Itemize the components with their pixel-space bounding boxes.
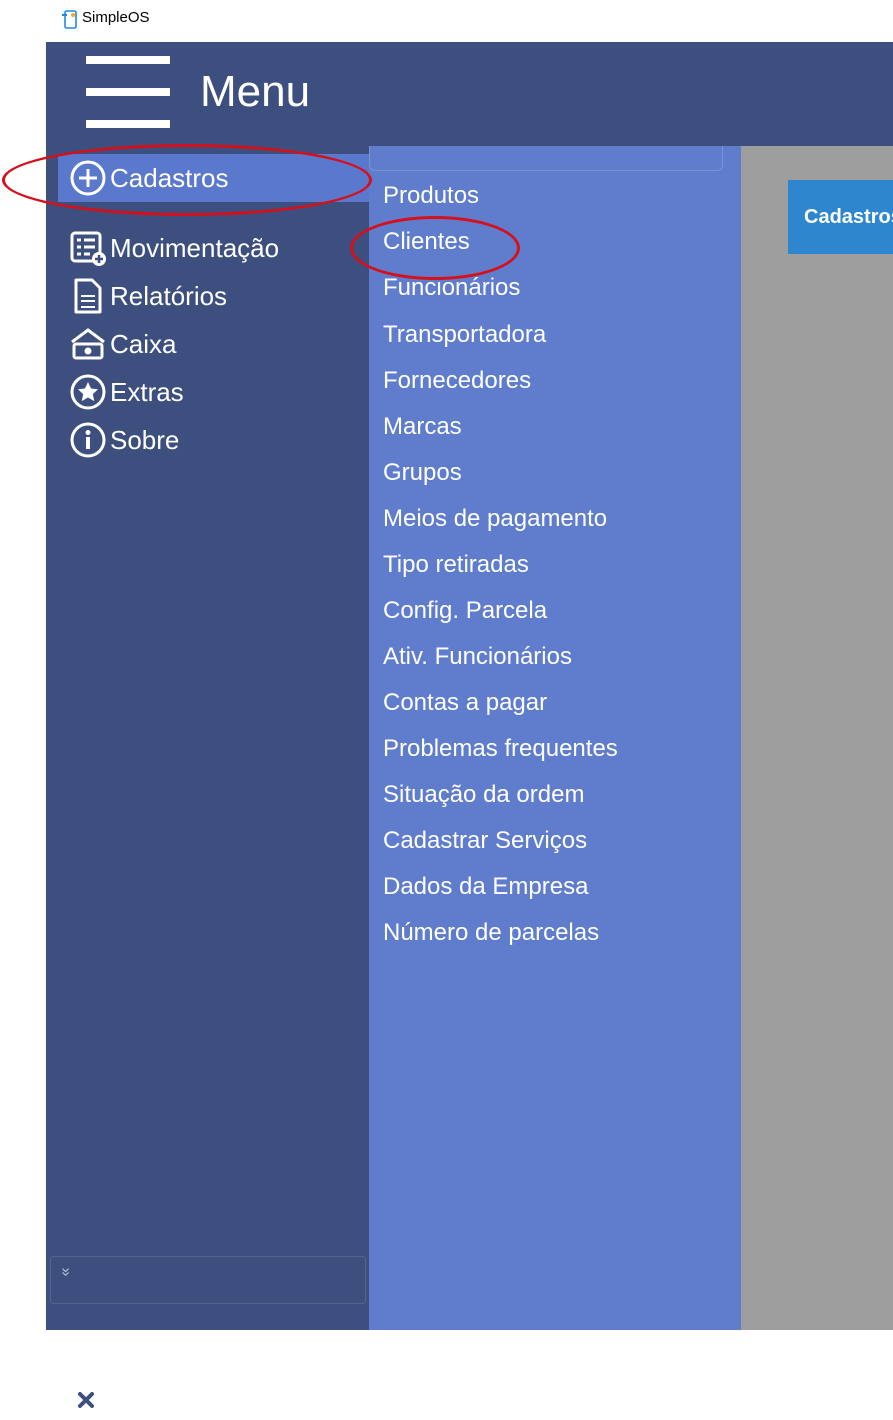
submenu-panel: Produtos Clientes Funcionários Transport… [369, 146, 741, 1330]
menu-title: Menu [200, 67, 311, 116]
submenu-item-contas-pagar[interactable]: Contas a pagar [383, 680, 547, 726]
header-bar: Menu [46, 42, 893, 146]
submenu-item-numero-parcelas[interactable]: Número de parcelas [383, 910, 599, 956]
cadastros-tab-button[interactable]: Cadastros [788, 180, 893, 254]
submenu-item-grupos[interactable]: Grupos [383, 450, 462, 496]
report-icon [74, 278, 102, 314]
submenu-header [369, 146, 723, 171]
sidebar-item-label: Cadastros [110, 162, 229, 193]
submenu-item-cadastrar-servicos[interactable]: Cadastrar Serviços [383, 818, 587, 864]
exit-button[interactable]: Sair [68, 1380, 154, 1420]
hamburger-menu-icon[interactable] [86, 56, 170, 128]
sidebar-item-label: Relatórios [110, 280, 228, 311]
sidebar-item-label: Movimentação [110, 232, 280, 263]
submenu-item-problemas-frequentes[interactable]: Problemas frequentes [383, 726, 618, 772]
collapse-button[interactable]: » [50, 1256, 366, 1304]
plus-circle-icon [70, 160, 106, 196]
submenu-item-tipo-retiradas[interactable]: Tipo retiradas [383, 542, 529, 588]
submenu-item-produtos[interactable]: Produtos [383, 173, 479, 219]
content-area: Cadastros [741, 146, 893, 1330]
submenu-item-situacao-ordem[interactable]: Situação da ordem [383, 772, 584, 818]
star-circle-icon [70, 374, 106, 410]
sidebar-item-extras[interactable]: Extras [68, 368, 388, 416]
sidebar-item-cadastros[interactable]: Cadastros [58, 154, 370, 202]
sidebar: Cadastros Movimentação Relatórios Caixa … [46, 146, 370, 1417]
sidebar-item-label: Caixa [110, 328, 177, 359]
sidebar-item-sobre[interactable]: Sobre [68, 416, 388, 464]
app-window: Menu Cadastros Movimentação Relatórios C… [46, 42, 893, 1417]
list-add-icon [70, 231, 106, 266]
sidebar-item-label: Sobre [110, 424, 180, 455]
submenu-item-clientes[interactable]: Clientes [383, 219, 470, 265]
sidebar-item-relatorios[interactable]: Relatórios [68, 272, 388, 320]
cash-register-icon [71, 328, 105, 360]
title-bar: SimpleOS [0, 0, 893, 42]
info-circle-icon [70, 422, 106, 458]
close-circle-icon [69, 1383, 103, 1417]
submenu-item-config-parcela[interactable]: Config. Parcela [383, 588, 547, 634]
submenu-item-transportadora[interactable]: Transportadora [383, 312, 546, 358]
submenu-item-fornecedores[interactable]: Fornecedores [383, 358, 531, 404]
submenu-item-funcionarios[interactable]: Funcionários [383, 265, 520, 311]
submenu-item-meios-pagamento[interactable]: Meios de pagamento [383, 496, 607, 542]
exit-label: Sair [108, 1384, 155, 1415]
sidebar-item-caixa[interactable]: Caixa [68, 320, 388, 368]
sidebar-item-label: Extras [110, 376, 184, 407]
window-title: SimpleOS [82, 9, 150, 26]
submenu-item-dados-empresa[interactable]: Dados da Empresa [383, 864, 588, 910]
sidebar-item-movimentacao[interactable]: Movimentação [68, 224, 388, 272]
collapse-chevron-icon: » [57, 1267, 75, 1277]
app-icon [62, 10, 77, 29]
submenu-item-marcas[interactable]: Marcas [383, 404, 462, 450]
submenu-item-ativ-funcionarios[interactable]: Ativ. Funcionários [383, 634, 572, 680]
